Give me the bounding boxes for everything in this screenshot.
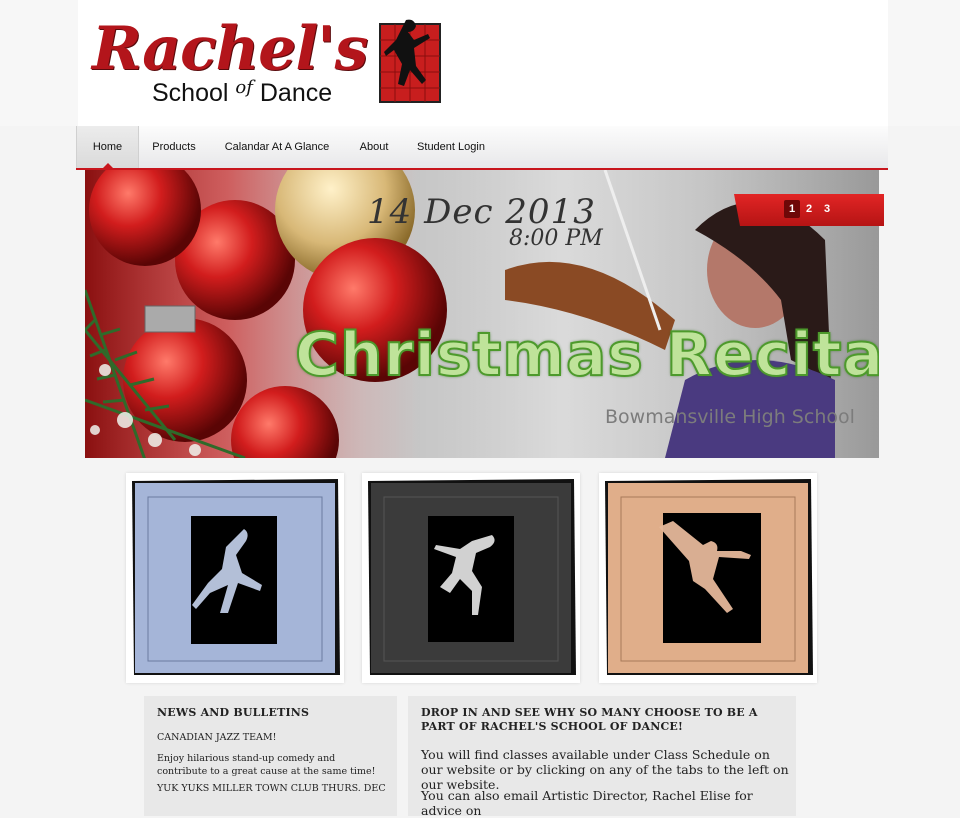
slide-button-1[interactable]: 1	[784, 200, 800, 218]
main-nav: Home Products Calandar At A Glance About…	[76, 126, 888, 170]
nav-calendar[interactable]: Calandar At A Glance	[216, 126, 338, 168]
welcome-paragraph-2: You can also email Artistic Director, Ra…	[421, 788, 753, 818]
nav-student-login-label: Student Login	[417, 141, 485, 153]
logo-subtitle-of: of	[235, 77, 253, 98]
banner-venue: Bowmansville High School	[605, 406, 855, 428]
dancer-card-dark-image	[368, 479, 576, 675]
dancer-card-blue-image	[132, 479, 340, 675]
logo-subtitle: School of Dance	[152, 77, 333, 111]
nav-student-login[interactable]: Student Login	[410, 126, 492, 168]
news-item-1: CANADIAN JAZZ TEAM!	[157, 732, 277, 743]
logo-subtitle-school: School	[152, 79, 229, 107]
logo-dancer-icon	[379, 19, 441, 103]
dancer-card-dark[interactable]	[362, 473, 580, 683]
nav-products-label: Products	[152, 141, 196, 153]
dancer-card-peach[interactable]	[599, 473, 817, 683]
nav-home-label: Home	[92, 141, 123, 153]
news-item-2: Enjoy hilarious stand-up comedy and cont…	[157, 753, 376, 777]
banner-title: Christmas Recital	[294, 319, 879, 391]
slide-pager: 1 2 3	[734, 194, 884, 226]
welcome-panel: DROP IN AND SEE WHY SO MANY CHOOSE TO BE…	[408, 696, 796, 818]
banner-time: 8:00 PM	[509, 226, 603, 251]
dancer-card-blue[interactable]	[126, 473, 344, 683]
slide-button-3[interactable]: 3	[819, 200, 835, 218]
welcome-paragraph-1: You will find classes available under Cl…	[421, 747, 789, 792]
dancer-card-peach-image	[605, 479, 813, 675]
news-item-3: YUK YUKS MILLER TOWN CLUB THURS. DEC	[157, 783, 386, 794]
nav-home[interactable]: Home	[76, 126, 139, 170]
logo-subtitle-dance: Dance	[259, 79, 333, 107]
nav-products[interactable]: Products	[140, 126, 208, 168]
nav-about[interactable]: About	[348, 126, 400, 168]
slide-button-2[interactable]: 2	[801, 200, 817, 218]
news-panel: NEWS AND BULLETINS CANADIAN JAZZ TEAM! E…	[144, 696, 397, 816]
news-heading: NEWS AND BULLETINS	[157, 706, 310, 719]
nav-calendar-label: Calandar At A Glance	[224, 141, 330, 153]
welcome-heading: DROP IN AND SEE WHY SO MANY CHOOSE TO BE…	[421, 706, 758, 733]
logo-script-text: Rachel's	[92, 14, 368, 84]
nav-about-label: About	[359, 141, 389, 153]
